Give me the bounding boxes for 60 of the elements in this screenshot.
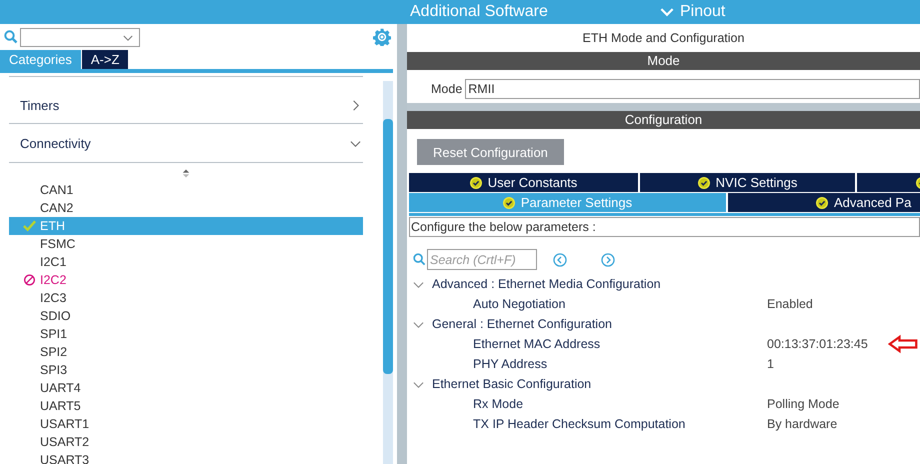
peripheral-item[interactable]: CAN1 <box>9 181 363 199</box>
config-tab[interactable] <box>857 173 920 192</box>
check-circle-icon <box>698 176 710 188</box>
search-icon <box>4 30 18 44</box>
view-tab[interactable]: A->Z <box>82 50 128 69</box>
section-header: Mode <box>407 52 920 70</box>
config-tab[interactable]: NVIC Settings <box>640 173 855 192</box>
previous-icon[interactable] <box>553 252 567 266</box>
peripheral-item[interactable]: SPI1 <box>9 325 363 343</box>
check-circle-icon <box>470 176 482 188</box>
checkmark-icon <box>23 220 36 232</box>
group-label: General : Ethernet Configuration <box>432 317 612 331</box>
section-header: Configuration <box>407 111 920 129</box>
scrollbar[interactable] <box>383 81 393 464</box>
peripheral-item[interactable]: CAN2 <box>9 199 363 217</box>
parameter-value[interactable]: 1 <box>767 357 774 371</box>
peripheral-item[interactable]: USART2 <box>9 433 363 451</box>
sort-icon[interactable] <box>182 168 190 179</box>
peripheral-item[interactable]: I2C2 <box>9 271 363 289</box>
peripheral-item[interactable]: I2C3 <box>9 289 363 307</box>
parameter-value[interactable]: By hardware <box>767 417 838 431</box>
category-label: Connectivity <box>20 136 91 150</box>
parameter-name: PHY Address <box>472 357 548 371</box>
category-header[interactable]: Connectivity <box>9 123 363 163</box>
parameter-name: Ethernet MAC Address <box>472 337 602 351</box>
parameter-value[interactable]: Polling Mode <box>767 397 840 411</box>
peripheral-item[interactable]: SDIO <box>9 307 363 325</box>
peripheral-item[interactable]: UART5 <box>9 397 363 415</box>
settings-icon[interactable] <box>373 28 391 46</box>
chevron-down-icon <box>123 34 133 42</box>
check-circle-icon <box>502 196 515 208</box>
peripheral-item[interactable]: FSMC <box>9 235 363 253</box>
parameter-name: Rx Mode <box>472 397 524 411</box>
chevron-down-icon <box>660 8 674 16</box>
parameter-name: Auto Negotiation <box>472 297 566 311</box>
mode-field[interactable]: RMII <box>465 79 920 99</box>
field-label: Mode <box>431 82 462 96</box>
parameter-value[interactable]: 00:13:37:01:23:45 <box>767 337 868 351</box>
config-tab[interactable]: User Constants <box>409 173 638 192</box>
search-icon <box>413 253 426 266</box>
prohibited-icon <box>23 274 36 286</box>
search-combo-field[interactable] <box>20 28 140 46</box>
peripheral-item[interactable]: I2C1 <box>9 253 363 271</box>
panel-title: ETH Mode and Configuration <box>407 24 920 52</box>
next-icon[interactable] <box>601 252 615 266</box>
config-tab[interactable]: Advanced Pa <box>728 193 920 212</box>
category-label: Timers <box>20 98 60 112</box>
instruction-text: Configure the below parameters : <box>409 217 920 237</box>
search-field[interactable]: Search (Crtl+F) <box>427 249 537 270</box>
check-circle-icon <box>816 196 828 208</box>
category-header[interactable]: Timers <box>9 76 363 124</box>
parameter-name: TX IP Header Checksum Computation <box>472 417 686 431</box>
peripheral-item[interactable]: SPI3 <box>9 361 363 379</box>
parameter-value[interactable]: Enabled <box>767 297 813 311</box>
peripheral-item[interactable]: USART1 <box>9 415 363 433</box>
group-label: Ethernet Basic Configuration <box>432 377 592 391</box>
peripheral-item[interactable]: SPI2 <box>9 343 363 361</box>
peripheral-item[interactable]: UART4 <box>9 379 363 397</box>
group-label: Advanced : Ethernet Media Configuration <box>432 277 661 291</box>
peripheral-item[interactable]: USART3 <box>9 451 363 464</box>
